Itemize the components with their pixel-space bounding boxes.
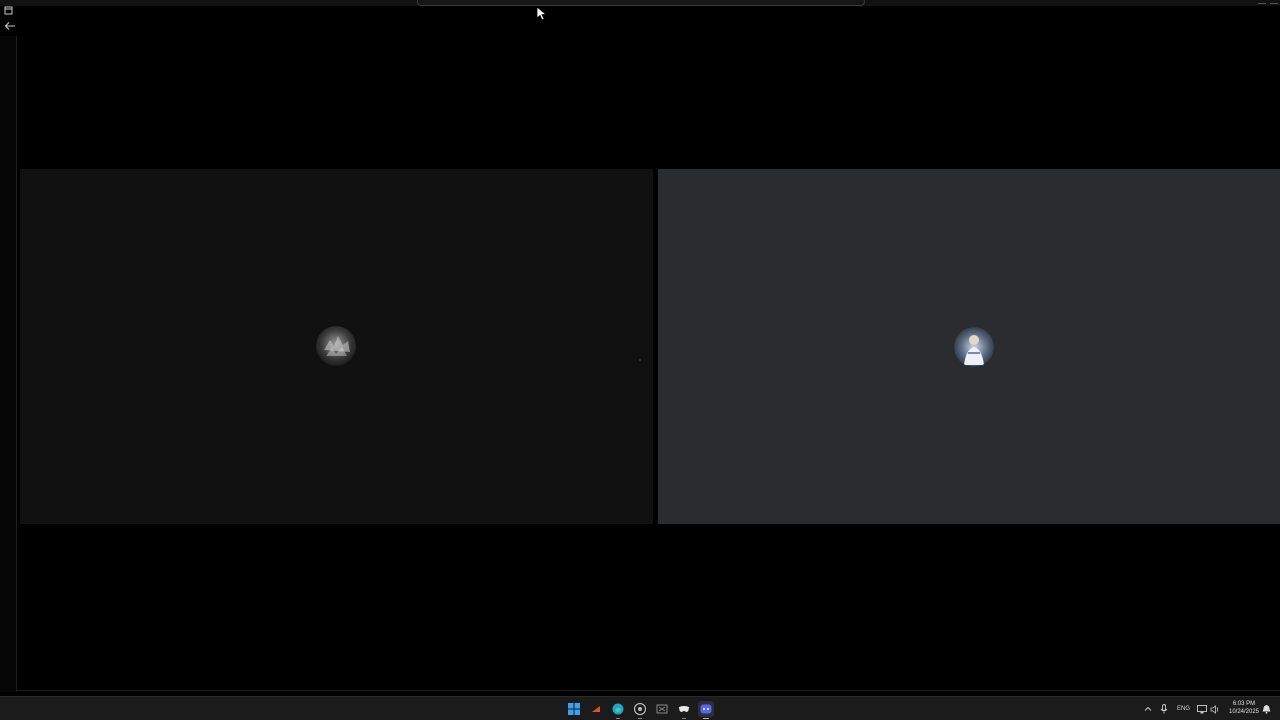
taskbar: ENG 6:03 PM 10/24/2025 [0, 696, 1280, 720]
window-drag-handle[interactable] [417, 0, 865, 6]
screen: ENG 6:03 PM 10/24/2025 [0, 0, 1280, 720]
mask-app-icon[interactable] [676, 701, 692, 719]
discord-icon[interactable] [698, 701, 714, 719]
volume-icon[interactable] [1210, 697, 1220, 720]
back-arrow-icon[interactable] [3, 19, 17, 33]
tray-chevron-up-icon[interactable] [1144, 697, 1152, 720]
edge-browser-icon[interactable] [610, 701, 626, 719]
left-rail [0, 36, 17, 692]
windows-start-icon[interactable] [566, 701, 582, 717]
mouse-cursor-icon [536, 6, 548, 22]
minimize-button[interactable] [1258, 0, 1266, 4]
participant-tile[interactable] [658, 169, 1280, 524]
clock-time: 6:03 PM [1232, 701, 1256, 707]
clock-date: 10/24/2025 [1228, 709, 1260, 715]
participant-tile[interactable] [20, 169, 653, 524]
taskbar-clock[interactable]: 6:03 PM 10/24/2025 [1224, 700, 1264, 716]
outline-app-icon[interactable] [654, 701, 670, 717]
participant-avatar[interactable] [954, 327, 994, 367]
window-bottom-edge [16, 690, 1280, 691]
notification-bell-icon[interactable] [1262, 697, 1271, 720]
participant-avatar[interactable] [316, 326, 356, 366]
microphone-icon[interactable] [1160, 697, 1168, 720]
language-indicator[interactable]: ENG [1177, 697, 1190, 720]
close-button[interactable] [1270, 0, 1278, 4]
red-app-icon[interactable] [588, 701, 604, 717]
network-icon[interactable] [1197, 697, 1207, 720]
speck [639, 359, 641, 361]
window-menu-icon[interactable] [4, 3, 14, 15]
chrome-icon[interactable] [632, 701, 648, 719]
